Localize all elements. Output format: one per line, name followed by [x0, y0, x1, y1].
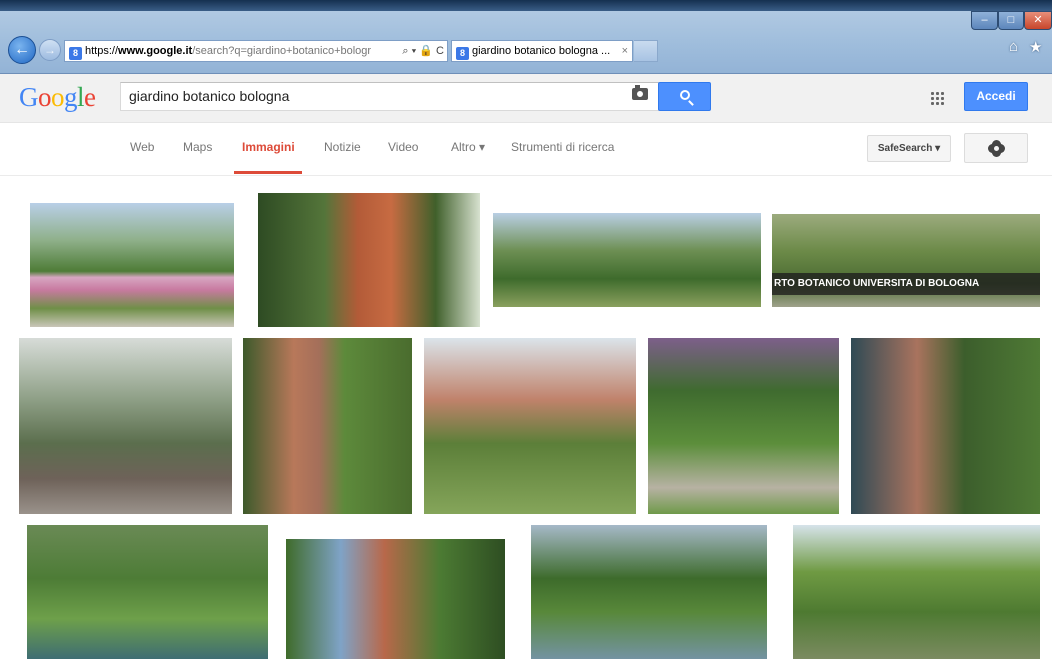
tab-images[interactable]: Immagini — [242, 140, 295, 154]
gear-icon — [990, 142, 1003, 155]
tab-more[interactable]: Altro ▾ — [451, 140, 485, 154]
tab-search-tools[interactable]: Strumenti di ricerca — [511, 140, 614, 154]
image-result[interactable] — [243, 338, 412, 514]
image-result[interactable] — [531, 525, 767, 659]
search-query-text: giardino botanico bologna — [129, 88, 290, 104]
url-host: www.google.it — [118, 45, 193, 57]
search-button[interactable] — [658, 82, 711, 111]
google-header: Google giardino botanico bologna Accedi — [0, 74, 1052, 123]
forward-button[interactable]: → — [39, 39, 61, 61]
new-tab-button[interactable] — [634, 40, 658, 62]
tab-favicon-icon: 8 — [456, 47, 469, 60]
image-result[interactable] — [286, 539, 505, 659]
window-titlebar — [0, 0, 1052, 11]
logo-letter: e — [84, 82, 96, 112]
safesearch-button[interactable]: SafeSearch ▾ — [867, 135, 951, 162]
home-icon[interactable]: ⌂ — [1009, 38, 1018, 55]
address-bar[interactable]: 8 https://www.google.it/search?q=giardino… — [64, 40, 448, 62]
search-icon — [680, 90, 690, 100]
image-caption: RTO BOTANICO UNIVERSITA DI BOLOGNA — [772, 273, 1040, 295]
close-window-button[interactable]: ✕ — [1024, 11, 1052, 30]
active-tab-indicator — [234, 171, 302, 174]
image-result[interactable] — [19, 338, 232, 514]
minimize-button[interactable]: – — [971, 11, 998, 30]
image-result[interactable] — [793, 525, 1040, 659]
image-result[interactable] — [258, 193, 480, 327]
tab-web[interactable]: Web — [130, 140, 154, 154]
image-result[interactable]: RTO BOTANICO UNIVERSITA DI BOLOGNA — [772, 214, 1040, 307]
maximize-button[interactable]: □ — [998, 11, 1024, 30]
tab-close-icon[interactable]: × — [622, 41, 628, 61]
image-results-grid: RTO BOTANICO UNIVERSITA DI BOLOGNA — [0, 177, 1052, 659]
image-result[interactable] — [493, 213, 761, 307]
tab-news[interactable]: Notizie — [324, 140, 361, 154]
image-result[interactable] — [424, 338, 636, 514]
address-controls[interactable]: ⌕ ▾ 🔒 C — [400, 41, 444, 61]
search-input[interactable]: giardino botanico bologna — [120, 82, 659, 111]
logo-letter: G — [19, 82, 39, 112]
image-result[interactable] — [851, 338, 1040, 514]
signin-button[interactable]: Accedi — [964, 82, 1028, 111]
logo-letter: o — [51, 82, 65, 112]
tab-video[interactable]: Video — [388, 140, 418, 154]
google-logo[interactable]: Google — [19, 82, 96, 113]
image-result[interactable] — [648, 338, 839, 514]
apps-grid-icon[interactable] — [930, 91, 944, 105]
logo-letter: l — [77, 82, 85, 112]
url-prefix: https:// — [85, 45, 119, 57]
image-result[interactable] — [30, 203, 234, 327]
url-path: /search?q=giardino+botanico+bologr — [192, 45, 372, 57]
browser-chrome: – □ ✕ ← → 8 https://www.google.it/search?… — [0, 0, 1052, 74]
camera-icon[interactable] — [632, 85, 648, 100]
settings-button[interactable] — [964, 133, 1028, 163]
logo-letter: o — [38, 82, 52, 112]
tab-maps[interactable]: Maps — [183, 140, 212, 154]
back-button[interactable]: ← — [8, 36, 36, 64]
logo-letter: g — [64, 82, 78, 112]
search-nav: Web Maps Immagini Notizie Video Altro ▾ … — [0, 123, 1052, 176]
image-result[interactable] — [27, 525, 268, 659]
tab-title: giardino botanico bologna ... — [472, 45, 611, 57]
google-favicon-icon: 8 — [69, 47, 82, 60]
browser-tab[interactable]: 8 giardino botanico bologna ... × — [451, 40, 633, 62]
favorites-star-icon[interactable]: ★ — [1029, 38, 1042, 56]
